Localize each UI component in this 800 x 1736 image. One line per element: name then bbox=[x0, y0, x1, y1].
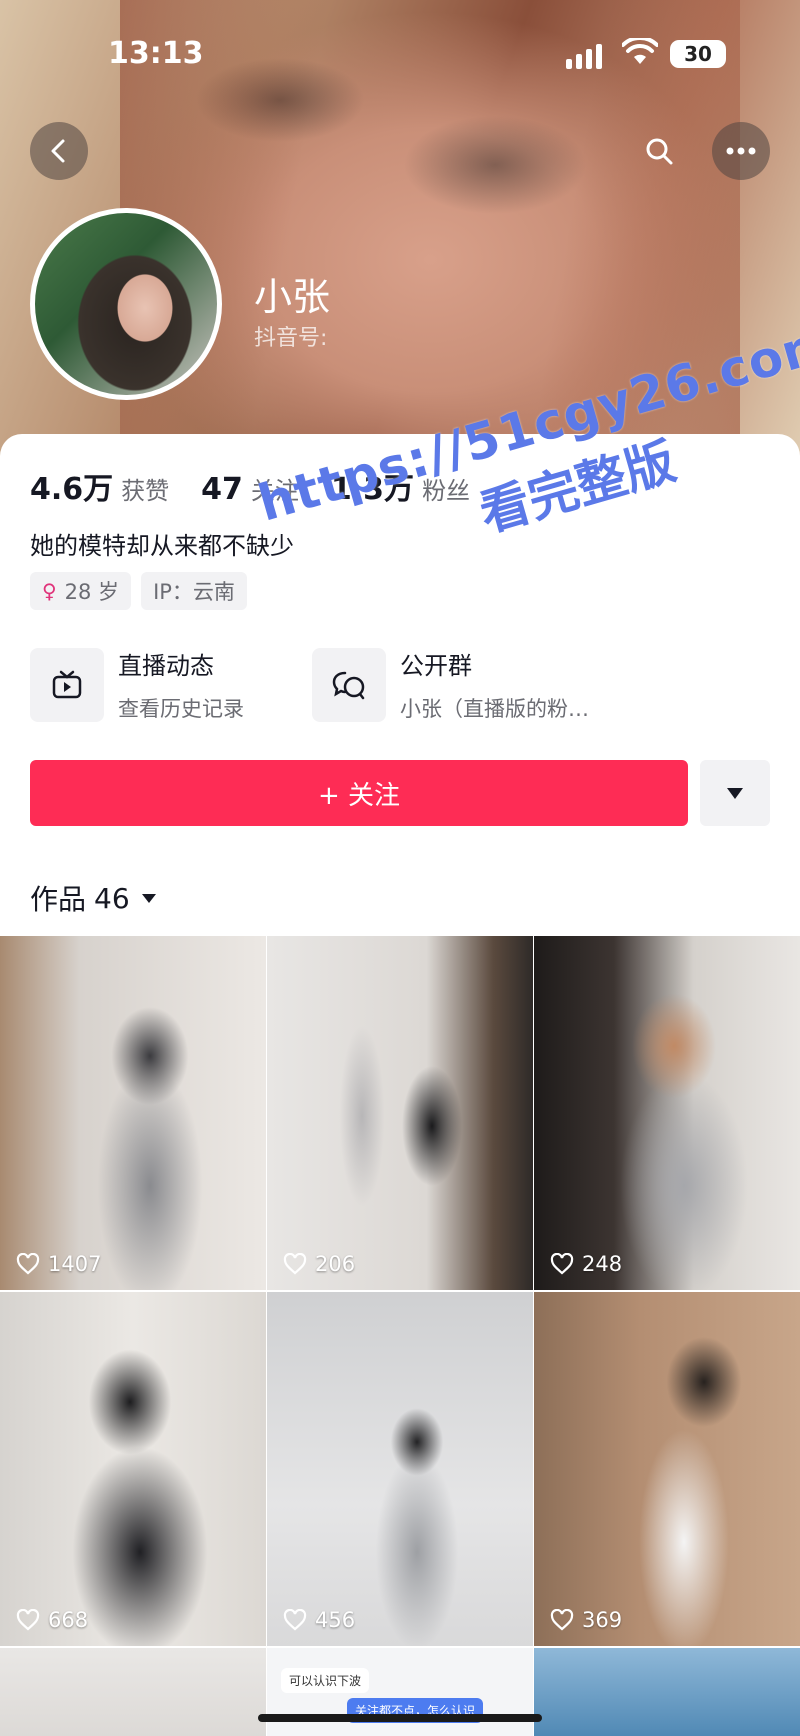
age-label: 28 岁 bbox=[64, 580, 120, 604]
live-history-entry[interactable]: 直播动态 查看历史记录 bbox=[30, 646, 244, 723]
heart-icon bbox=[283, 1609, 307, 1631]
like-count: 248 bbox=[550, 1252, 622, 1276]
status-time: 13:13 bbox=[108, 36, 204, 71]
back-button[interactable] bbox=[30, 122, 88, 180]
stat-value: 4.6万 bbox=[30, 472, 114, 507]
bio: 她的模特却从来都不缺少 bbox=[30, 532, 294, 560]
entry-subtitle: 小张（直播版的粉… bbox=[400, 697, 589, 721]
entry-title: 公开群 bbox=[400, 652, 472, 680]
tv-icon bbox=[30, 647, 104, 722]
chevron-left-icon bbox=[51, 139, 65, 163]
entry-subtitle: 查看历史记录 bbox=[118, 697, 244, 721]
like-count: 206 bbox=[283, 1252, 355, 1276]
like-count-value: 456 bbox=[315, 1608, 356, 1632]
video-tile[interactable]: 456 bbox=[267, 1292, 533, 1646]
profile-tags: ♀ 28 岁 IP：云南 bbox=[30, 572, 247, 610]
status-bar: 13:13 30 bbox=[0, 30, 800, 80]
stat-label: 获赞 bbox=[121, 477, 170, 505]
like-count-value: 369 bbox=[582, 1608, 623, 1632]
follow-button[interactable]: + 关注 bbox=[30, 760, 688, 826]
entry-title: 直播动态 bbox=[118, 652, 214, 680]
nickname: 小张 bbox=[254, 275, 331, 319]
stat-likes[interactable]: 4.6万 获赞 bbox=[30, 464, 169, 508]
battery-indicator: 30 bbox=[670, 40, 726, 68]
like-count: 668 bbox=[16, 1608, 88, 1632]
video-tile[interactable]: 369 bbox=[534, 1292, 800, 1646]
video-tile[interactable]: 206 bbox=[267, 936, 533, 1290]
video-tile[interactable]: 248 bbox=[534, 936, 800, 1290]
home-indicator[interactable] bbox=[258, 1714, 542, 1722]
heart-icon bbox=[550, 1609, 574, 1631]
like-count-value: 668 bbox=[48, 1608, 89, 1632]
heart-icon bbox=[283, 1253, 307, 1275]
search-icon bbox=[646, 138, 673, 165]
stat-label: 关注 bbox=[250, 477, 299, 505]
like-count: 456 bbox=[283, 1608, 355, 1632]
video-tile[interactable]: 可以认识下波 关注都不点，怎么认识 bbox=[267, 1648, 533, 1736]
more-dots-icon bbox=[726, 147, 756, 155]
video-tile[interactable] bbox=[534, 1648, 800, 1736]
chat-message: 可以认识下波 bbox=[281, 1668, 370, 1693]
video-tile[interactable]: 1407 bbox=[0, 936, 266, 1290]
heart-icon bbox=[16, 1609, 40, 1631]
female-icon: ♀ bbox=[42, 579, 57, 603]
chat-bubbles-icon bbox=[312, 647, 386, 722]
caret-down-icon bbox=[727, 787, 743, 799]
tab-label: 作品 bbox=[30, 883, 87, 916]
age-tag: ♀ 28 岁 bbox=[30, 572, 132, 610]
caret-down-icon bbox=[141, 893, 156, 903]
profile-stats: 4.6万 获赞 47 关注 1.3万 粉丝 bbox=[30, 464, 502, 508]
avatar[interactable] bbox=[30, 208, 222, 400]
more-button[interactable] bbox=[712, 122, 770, 180]
video-tile[interactable]: 668 bbox=[0, 1292, 266, 1646]
recommend-dropdown-button[interactable] bbox=[700, 760, 770, 826]
stat-label: 粉丝 bbox=[422, 477, 471, 505]
works-grid: 1407 206 248 668 456 369 可以认识下波 关注都不点，怎么… bbox=[0, 936, 800, 1736]
like-count: 1407 bbox=[16, 1252, 101, 1276]
heart-icon bbox=[16, 1253, 40, 1275]
public-group-entry[interactable]: 公开群 小张（直播版的粉… bbox=[312, 646, 589, 723]
like-count: 369 bbox=[550, 1608, 622, 1632]
like-count-value: 1407 bbox=[48, 1252, 102, 1276]
stat-followers[interactable]: 1.3万 粉丝 bbox=[331, 464, 470, 508]
wifi-icon bbox=[622, 38, 658, 64]
stat-value: 47 bbox=[201, 472, 243, 507]
ip-tag: IP：云南 bbox=[141, 572, 247, 610]
tab-works[interactable]: 作品 46 bbox=[30, 878, 156, 918]
like-count-value: 248 bbox=[582, 1252, 623, 1276]
ip-label: IP：云南 bbox=[153, 580, 235, 604]
stat-following[interactable]: 47 关注 bbox=[201, 471, 299, 507]
signal-icon bbox=[566, 44, 602, 69]
like-count-value: 206 bbox=[315, 1252, 356, 1276]
search-button[interactable] bbox=[630, 122, 688, 180]
works-count: 46 bbox=[94, 881, 130, 915]
heart-icon bbox=[550, 1253, 574, 1275]
video-tile[interactable] bbox=[0, 1648, 266, 1736]
douyin-id: 抖音号: bbox=[254, 326, 328, 351]
stat-value: 1.3万 bbox=[330, 472, 415, 507]
